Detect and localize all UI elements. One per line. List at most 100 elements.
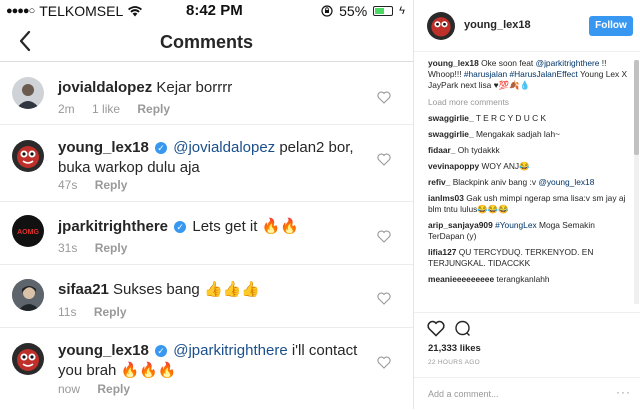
comment-username[interactable]: lifia127 (428, 247, 456, 257)
comment-text: young_lex18 ✓ @jparkitrighthere i'll con… (58, 341, 369, 381)
add-comment-field[interactable]: Add a comment... ··· (414, 377, 640, 410)
battery-icon (373, 6, 394, 16)
comment-mention[interactable]: @jovialdalopez (173, 139, 275, 156)
comment-meta: 47s Reply (58, 178, 141, 192)
comment-age: 2m (58, 102, 75, 116)
comment-body: Blackpink aniv bang :v (452, 177, 539, 187)
svg-text:AOMG: AOMG (17, 229, 39, 236)
more-options-icon[interactable]: ··· (616, 385, 631, 399)
wifi-icon (128, 5, 143, 17)
caption-mention[interactable]: @jparkitrighthere (536, 58, 600, 68)
post-actions: 21,333 likes 22 HOURS AGO Add a comment.… (414, 312, 640, 409)
post-username[interactable]: young_lex18 (464, 19, 531, 31)
follow-button[interactable]: Follow (589, 16, 633, 36)
verified-badge-icon: ✓ (174, 221, 187, 233)
comment-username[interactable]: fidaar_ (428, 145, 455, 155)
heart-icon[interactable] (427, 320, 445, 337)
comment-username[interactable]: ianlms03 (428, 193, 464, 203)
rotation-lock-icon (321, 5, 333, 17)
caption-username[interactable]: young_lex18 (428, 58, 479, 68)
heart-icon[interactable] (377, 153, 391, 166)
list-item: fidaar_ Oh tydakkk (428, 145, 632, 156)
comment-hashtag[interactable]: #YoungLex (495, 220, 537, 230)
avatar[interactable]: AOMG (12, 215, 44, 247)
comment-username[interactable]: swaggirlie_ (428, 113, 474, 123)
caption-hashtags[interactable]: #harusjalan #HarusJalanEffect (464, 69, 578, 79)
like-count[interactable]: 21,333 likes (428, 343, 481, 354)
list-item: swaggirlie_ Mengakak sadjah lah~ (428, 129, 632, 140)
comment-row: young_lex18 ✓ @jovialdalopez pelan2 bor,… (0, 126, 413, 202)
comment-meta: now Reply (58, 382, 144, 396)
add-comment-placeholder[interactable]: Add a comment... (428, 389, 499, 399)
comment-username[interactable]: refiv_ (428, 177, 450, 187)
comment-likes[interactable]: 1 like (92, 102, 120, 116)
avatar[interactable] (12, 140, 44, 172)
comment-username[interactable]: young_lex18 (58, 342, 149, 359)
avatar[interactable] (427, 12, 455, 40)
verified-badge-icon: ✓ (155, 142, 168, 154)
status-right: 55% ϟ (321, 3, 405, 19)
comment-body: Sukses bang 👍👍👍 (113, 281, 260, 298)
carrier: ●●●●○ TELKOMSEL (6, 3, 143, 19)
scrollbar[interactable] (632, 52, 640, 312)
comment-body: Kejar borrrr (156, 79, 233, 96)
comment-username[interactable]: young_lex18 (58, 139, 149, 156)
comment-text: jparkitrighthere ✓ Lets get it 🔥🔥 (58, 217, 369, 237)
comment-age: now (58, 382, 81, 396)
post-header: young_lex18 Follow (414, 0, 640, 52)
comment-age: 47s (58, 178, 78, 192)
heart-icon[interactable] (377, 230, 391, 243)
post-panel: young_lex18 Follow young_lex18 Oke soon … (413, 0, 640, 409)
comment-mention[interactable]: @young_lex18 (538, 177, 594, 187)
comment-row: sifaa21 Sukses bang 👍👍👍 11s Reply (0, 266, 413, 328)
comment-text: young_lex18 ✓ @jovialdalopez pelan2 bor,… (58, 138, 369, 178)
reply-button[interactable]: Reply (95, 241, 128, 255)
comment-body: Oh tydakkk (457, 145, 500, 155)
comment-text: sifaa21 Sukses bang 👍👍👍 (58, 280, 369, 300)
caption-text: Oke soon feat (478, 58, 536, 68)
comment-age: 31s (58, 241, 78, 255)
comment-bubble-icon[interactable] (454, 320, 471, 337)
comment-age: 11s (58, 305, 77, 319)
avatar[interactable] (12, 343, 44, 375)
list-item: lifia127 QU TERCYDUQ. TERKENYOD. EN TERJ… (428, 247, 632, 269)
reply-button[interactable]: Reply (137, 102, 170, 116)
nav-bar: Comments (0, 22, 413, 62)
comment-username[interactable]: arip_sanjaya909 (428, 220, 493, 230)
comments-screen: ●●●●○ TELKOMSEL 8:42 PM 55% ϟ Comments j… (0, 0, 413, 409)
list-item: arip_sanjaya909 #YoungLex Moga Semakin T… (428, 220, 632, 242)
heart-icon[interactable] (377, 91, 391, 104)
comment-row: young_lex18 ✓ @jparkitrighthere i'll con… (0, 329, 413, 409)
status-bar: ●●●●○ TELKOMSEL 8:42 PM 55% ϟ (0, 0, 413, 22)
heart-icon[interactable] (377, 292, 391, 305)
comment-username[interactable]: meanieeeeeeeee (428, 274, 494, 284)
avatar[interactable] (12, 77, 44, 109)
battery-percent: 55% (339, 3, 368, 19)
load-more-comments[interactable]: Load more comments (428, 97, 632, 108)
charging-icon: ϟ (399, 5, 405, 17)
list-item: swaggirlie_ T E R C Y D U C K (428, 113, 632, 124)
comment-body: WOY ANJ😂 (481, 161, 530, 171)
comment-meta: 11s Reply (58, 305, 141, 319)
comment-mention[interactable]: @jparkitrighthere (173, 342, 287, 359)
comment-row: jovialdalopez Kejar borrrr 2m 1 like Rep… (0, 64, 413, 125)
comment-username[interactable]: vevinapoppy (428, 161, 479, 171)
reply-button[interactable]: Reply (94, 305, 127, 319)
comment-row: AOMG jparkitrighthere ✓ Lets get it 🔥🔥 3… (0, 203, 413, 265)
comment-username[interactable]: jovialdalopez (58, 79, 152, 96)
comment-username[interactable]: sifaa21 (58, 281, 109, 298)
list-item: meanieeeeeeeee terangkanlahh (428, 274, 632, 285)
post-time: 22 HOURS AGO (428, 359, 481, 366)
comment-text: jovialdalopez Kejar borrrr (58, 78, 369, 98)
reply-button[interactable]: Reply (97, 382, 130, 396)
reply-button[interactable]: Reply (95, 178, 128, 192)
comment-body: Lets get it 🔥🔥 (192, 218, 299, 235)
comment-body: Mengakak sadjah lah~ (475, 129, 560, 139)
scrollbar-thumb[interactable] (634, 60, 639, 155)
heart-icon[interactable] (377, 356, 391, 369)
comment-username[interactable]: jparkitrighthere (58, 218, 168, 235)
comment-body: T E R C Y D U C K (475, 113, 547, 123)
comment-username[interactable]: swaggirlie_ (428, 129, 474, 139)
comment-body: terangkanlahh (496, 274, 550, 284)
avatar[interactable] (12, 279, 44, 311)
